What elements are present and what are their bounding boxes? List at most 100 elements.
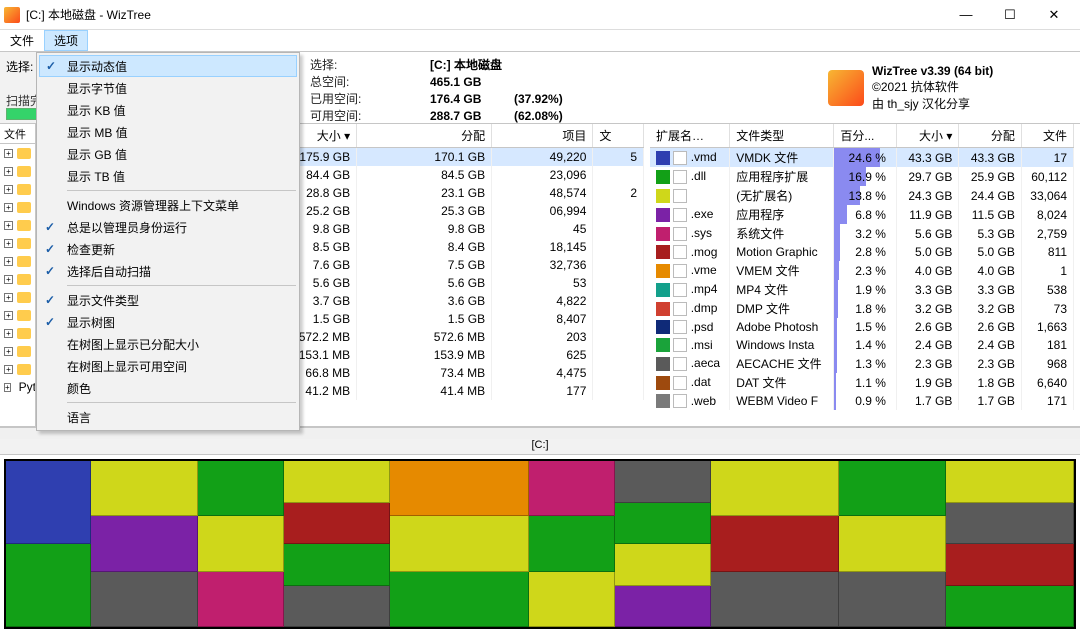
tree-row[interactable]: + (0, 144, 35, 162)
expand-icon[interactable]: + (4, 203, 13, 212)
menu-item[interactable]: 显示 KB 值 (39, 99, 297, 121)
expand-icon[interactable]: + (4, 149, 13, 158)
col-ext-size[interactable]: 大小 ▾ (896, 124, 959, 148)
treemap-block[interactable] (6, 544, 91, 627)
treemap-block[interactable] (529, 461, 614, 516)
treemap-block[interactable] (91, 461, 198, 516)
expand-icon[interactable]: + (4, 257, 13, 266)
treemap-block[interactable] (6, 461, 91, 544)
treemap-block[interactable] (615, 586, 711, 628)
tree-header[interactable]: 文件 (0, 124, 35, 144)
tree-row[interactable]: + (0, 360, 35, 378)
menu-item[interactable]: ✓选择后自动扫描 (39, 260, 297, 282)
tree-pane[interactable]: 文件 ++++++++++++++Python27 (0, 124, 36, 426)
col-files-trunc[interactable]: 文 (593, 124, 644, 148)
tree-row[interactable]: + (0, 162, 35, 180)
menu-file[interactable]: 文件 (0, 30, 44, 51)
treemap-column[interactable] (284, 461, 391, 627)
treemap-block[interactable] (615, 544, 711, 586)
tree-row[interactable]: + (0, 342, 35, 360)
treemap-block[interactable] (390, 572, 529, 627)
col-ext[interactable]: 扩展名… (650, 124, 730, 148)
expand-icon[interactable]: + (4, 221, 13, 230)
menu-item[interactable]: 在树图上显示可用空间 (39, 355, 297, 377)
treemap-column[interactable] (711, 461, 839, 627)
expand-icon[interactable]: + (4, 167, 13, 176)
menu-item[interactable]: 显示 GB 值 (39, 143, 297, 165)
menu-item[interactable]: ✓显示动态值 (39, 55, 297, 77)
expand-icon[interactable]: + (4, 383, 11, 392)
table-row[interactable]: .sys系统文件3.2 %5.6 GB5.3 GB2,759 (650, 224, 1074, 243)
tree-row[interactable]: + (0, 306, 35, 324)
expand-icon[interactable]: + (4, 239, 13, 248)
expand-icon[interactable]: + (4, 293, 13, 302)
expand-icon[interactable]: + (4, 275, 13, 284)
menu-item[interactable]: 语言 (39, 406, 297, 428)
ext-grid-scrollbar[interactable] (650, 427, 1080, 439)
tree-row[interactable]: + (0, 324, 35, 342)
col-ext-files[interactable]: 文件 (1021, 124, 1073, 148)
treemap-column[interactable] (529, 461, 614, 627)
menu-item[interactable]: 显示字节值 (39, 77, 297, 99)
treemap-column[interactable] (615, 461, 711, 627)
col-ext-alloc[interactable]: 分配 (959, 124, 1022, 148)
treemap-block[interactable] (284, 461, 391, 503)
treemap-column[interactable] (390, 461, 529, 627)
tree-row[interactable]: + (0, 198, 35, 216)
table-row[interactable]: .msiWindows Insta1.4 %2.4 GB2.4 GB181 (650, 336, 1074, 354)
tree-row[interactable]: + (0, 180, 35, 198)
treemap-block[interactable] (91, 516, 198, 571)
treemap-block[interactable] (198, 516, 283, 571)
col-alloc[interactable]: 分配 (357, 124, 492, 148)
menu-item[interactable]: Windows 资源管理器上下文菜单 (39, 194, 297, 216)
col-items[interactable]: 项目 (492, 124, 593, 148)
expand-icon[interactable]: + (4, 329, 13, 338)
treemap-block[interactable] (839, 516, 946, 571)
treemap-column[interactable] (198, 461, 283, 627)
table-row[interactable]: (无扩展名)13.8 %24.3 GB24.4 GB33,064 (650, 186, 1074, 205)
treemap-block[interactable] (198, 572, 283, 627)
menu-item[interactable]: 在树图上显示已分配大小 (39, 333, 297, 355)
treemap-block[interactable] (615, 461, 711, 503)
table-row[interactable]: .vmdVMDK 文件24.6 %43.3 GB43.3 GB17 (650, 148, 1074, 168)
treemap-block[interactable] (839, 572, 946, 627)
table-row[interactable]: .exe应用程序6.8 %11.9 GB11.5 GB8,024 (650, 205, 1074, 224)
menu-item[interactable]: ✓总是以管理员身份运行 (39, 216, 297, 238)
menu-options[interactable]: 选项 (44, 30, 88, 51)
treemap-column[interactable] (91, 461, 198, 627)
table-row[interactable]: .dmpDMP 文件1.8 %3.2 GB3.2 GB73 (650, 299, 1074, 318)
treemap-block[interactable] (615, 503, 711, 545)
table-row[interactable]: .mogMotion Graphic2.8 %5.0 GB5.0 GB811 (650, 243, 1074, 261)
menu-item[interactable]: 显示 TB 值 (39, 165, 297, 187)
expand-icon[interactable]: + (4, 311, 13, 320)
treemap-column[interactable] (946, 461, 1074, 627)
table-row[interactable]: .vmeVMEM 文件2.3 %4.0 GB4.0 GB1 (650, 261, 1074, 280)
table-row[interactable]: .webWEBM Video F0.9 %1.7 GB1.7 GB171 (650, 392, 1074, 410)
treemap-block[interactable] (711, 516, 839, 571)
col-ext-pct[interactable]: 百分... (834, 124, 897, 148)
treemap-column[interactable] (839, 461, 946, 627)
menu-item[interactable]: ✓检查更新 (39, 238, 297, 260)
expand-icon[interactable]: + (4, 185, 13, 194)
treemap-block[interactable] (946, 586, 1074, 628)
treemap-block[interactable] (284, 586, 391, 628)
treemap-block[interactable] (529, 572, 614, 627)
tree-row[interactable]: + (0, 252, 35, 270)
maximize-button[interactable]: ☐ (988, 1, 1032, 29)
menu-item[interactable]: 显示 MB 值 (39, 121, 297, 143)
extension-grid[interactable]: 扩展名… 文件类型 百分... 大小 ▾ 分配 文件 .vmdVMDK 文件24… (650, 124, 1080, 426)
treemap-block[interactable] (390, 461, 529, 516)
treemap-block[interactable] (284, 503, 391, 545)
treemap-block[interactable] (946, 544, 1074, 586)
table-row[interactable]: .mp4MP4 文件1.9 %3.3 GB3.3 GB538 (650, 280, 1074, 299)
tree-row[interactable]: + (0, 270, 35, 288)
tree-row[interactable]: + (0, 288, 35, 306)
expand-icon[interactable]: + (4, 347, 13, 356)
treemap-block[interactable] (529, 516, 614, 571)
table-row[interactable]: .psdAdobe Photosh1.5 %2.6 GB2.6 GB1,663 (650, 318, 1074, 336)
treemap-block[interactable] (91, 572, 198, 627)
menu-item[interactable]: 颜色 (39, 377, 297, 399)
tree-row[interactable]: + (0, 216, 35, 234)
treemap-block[interactable] (711, 572, 839, 627)
expand-icon[interactable]: + (4, 365, 13, 374)
